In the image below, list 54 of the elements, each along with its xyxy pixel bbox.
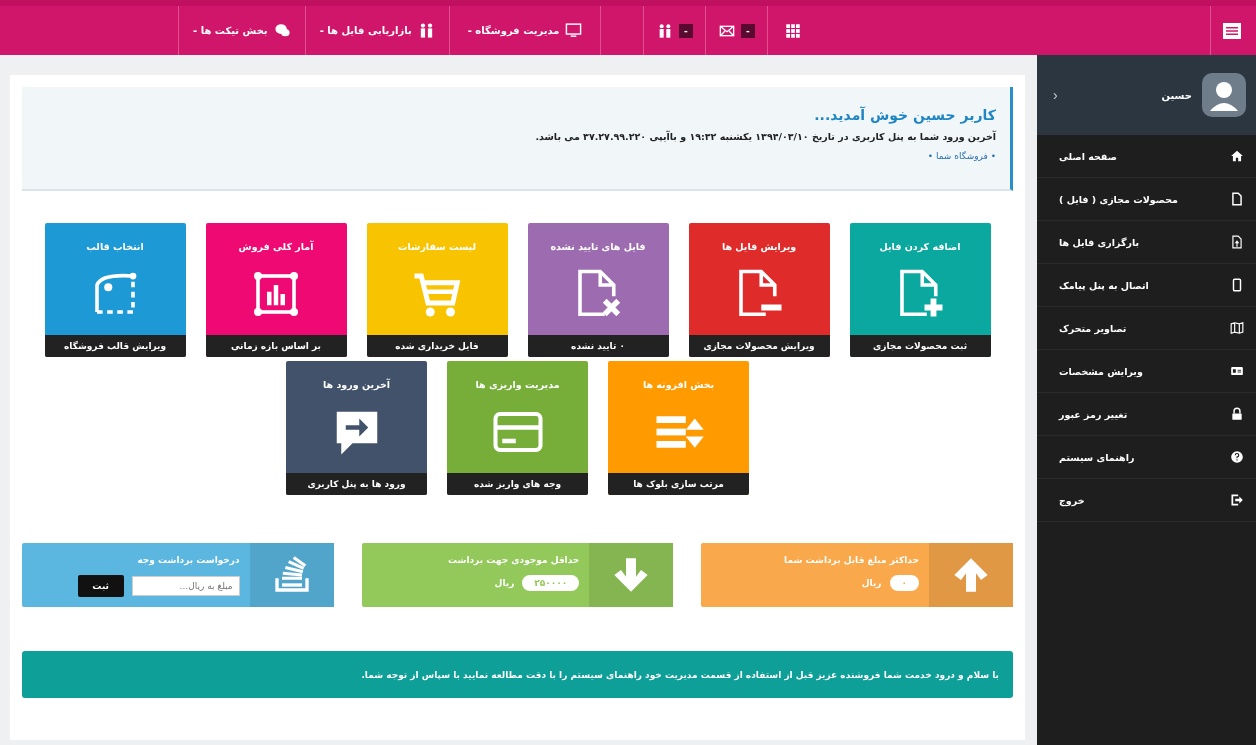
map-icon [1230,321,1244,335]
notification-button[interactable]: - [643,6,706,55]
dashboard-tile[interactable]: فایل های تایید نشده ۰ تایید نشده [527,223,669,357]
submit-button[interactable]: ثبت [77,575,124,597]
dashboard-tile[interactable]: ویرایش فایل ها ویرایش محصولات مجازی [688,223,830,357]
menu-icon [1222,22,1241,39]
monitor-icon [565,22,583,39]
chat-icon [273,22,291,39]
help-icon [1230,450,1244,464]
dashboard-tile[interactable]: آخرین ورود ها ورود ها به پنل کاربری [286,361,427,495]
nav-link[interactable]: بازاریابی فایل ها - [304,6,449,55]
sidebar-item[interactable]: ویرایش مشخصات [1037,350,1256,393]
sidebar-item[interactable]: صفحه اصلی [1037,135,1256,178]
nav-link[interactable]: مدیریت فروشگاه - [448,6,601,55]
file-icon [1230,192,1244,206]
sidebar-item[interactable]: اتصال به پنل پیامک [1037,264,1256,307]
dashboard-tile[interactable]: بخش افزونه ها مرتب سازی بلوک ها [608,361,749,495]
notification-badge: - [678,23,693,38]
dashboard-tile[interactable]: لیست سفارشات فایل خریداری شده [366,223,508,357]
dashboard-tile[interactable]: مدیریت واریزی ها وجه های واریز شده [447,361,588,495]
sidebar-item[interactable]: خروج [1037,479,1256,522]
file-upload-icon [1230,235,1244,249]
phone-icon [1230,278,1244,292]
currency-label: ریال [494,578,515,588]
last-login-text: آخرین ورود شما به پنل کاربری در تاریخ ۱۳۹۴/۰۳/۱۰ یکشنبه ۱۹:۳۲ و باآیپی ۳۷.۲۷.۹۹.۲۲۰ می باشد. [534,131,996,142]
sidebar-item[interactable]: تغییر رمز عبور [1037,393,1256,436]
notification-badge: - [740,23,755,38]
user-name: حسین [1161,89,1192,101]
sidebar-item[interactable]: محصولات مجازی ( فایل ) [1037,178,1256,221]
collapse-button[interactable]: ‹ [1049,85,1062,105]
avatar-icon [1202,73,1246,117]
id-card-icon [1230,364,1244,378]
sidebar-item[interactable]: تصاویر متحرک [1037,307,1256,350]
welcome-title: کاربر حسین خوش آمدید... [813,107,996,123]
dashboard-tile[interactable]: اضافه کردن فایل ثبت محصولات مجازی [849,223,991,357]
amount-input[interactable]: مبلغ به ریال... [131,576,240,596]
home-icon [1230,149,1244,163]
store-link[interactable]: • فروشگاه شما • [927,151,996,161]
dashboard-tile[interactable]: آمار کلی فروش بر اساس بازه زمانی [205,223,347,357]
dashboard-tile[interactable]: انتخاب قالب ویرایش قالب فروشگاه [44,223,186,357]
amount-pill: ۰ [889,575,919,591]
lock-icon [1230,407,1244,421]
sidebar-item[interactable]: راهنمای سیستم [1037,436,1256,479]
stat-title: درخواست برداشت وجه [136,555,240,565]
currency-label: ریال [861,578,882,588]
notification-button[interactable]: - [705,6,768,55]
notice-text: با سلام و درود خدمت شما فروشنده عزیز قبل از استفاده از قسمت مدیریت خود راهنمای سیستم را با دقت مطالعه نمایید با سپاس از توجه شما. [361,669,999,680]
amount-pill: ۲۵۰۰۰۰ [522,575,580,591]
exit-icon [1230,493,1244,507]
grid-icon [783,21,802,40]
stat-title: حداکثر مبلغ قابل برداشت شما [783,555,919,565]
sidebar-item[interactable]: بارگزاری فایل ها [1037,221,1256,264]
nav-link[interactable]: بخش تیکت ها - [178,6,305,55]
stat-title: حداقل موجودی جهت برداشت [447,555,580,565]
